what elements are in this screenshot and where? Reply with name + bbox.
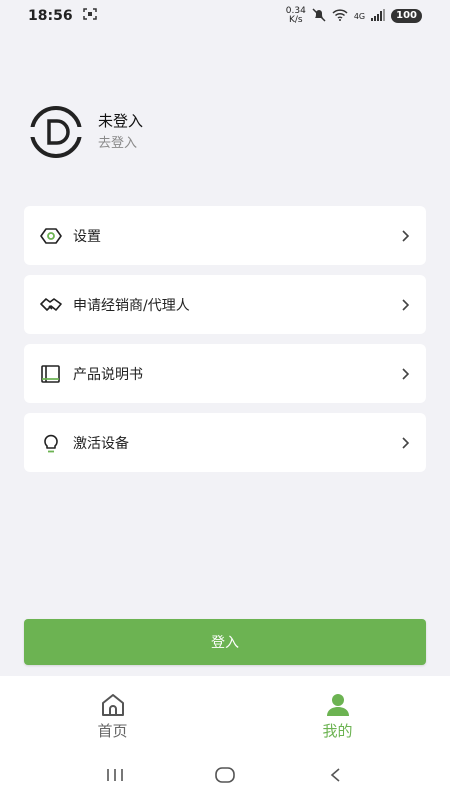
profile-text: 未登入 去登入	[98, 111, 143, 153]
chevron-right-icon	[400, 229, 412, 243]
profile-login-link[interactable]: 去登入	[98, 135, 143, 153]
profile-title: 未登入	[98, 112, 144, 130]
recent-apps-icon[interactable]	[100, 763, 130, 787]
system-nav-bar	[0, 750, 450, 800]
status-left: 18:56	[28, 8, 97, 24]
net-speed-unit: K/s	[288, 15, 303, 25]
chevron-right-icon	[400, 298, 412, 312]
menu-item-dealer-application[interactable]: 申请经销商/代理人	[24, 275, 426, 334]
mute-icon	[312, 7, 326, 25]
menu-item-activate-device[interactable]: 激活设备	[24, 413, 426, 472]
signal-icon	[371, 8, 386, 24]
wifi-icon	[332, 8, 348, 24]
network-type: 4G	[353, 11, 366, 21]
menu-item-settings[interactable]: 设置	[24, 206, 426, 265]
app-logo	[24, 105, 88, 159]
menu-item-manual[interactable]: 产品说明书	[24, 344, 426, 403]
lightbulb-icon	[40, 432, 62, 454]
tab-home-label: 首页	[97, 722, 128, 740]
status-right: 0.34 K/s 4G 100	[286, 7, 422, 25]
screenshot-icon	[82, 8, 97, 24]
status-bar: 18:56 0.34 K/s 4G 100	[0, 0, 450, 32]
book-icon	[40, 363, 62, 385]
user-icon	[324, 693, 352, 717]
home-icon	[99, 693, 127, 717]
battery-indicator: 100	[391, 9, 422, 23]
net-speed: 0.34 K/s	[286, 7, 306, 25]
menu-item-label: 设置	[73, 228, 101, 245]
menu-item-label: 产品说明书	[73, 366, 143, 383]
status-time: 18:56	[28, 8, 73, 24]
settings-hexagon-icon	[40, 225, 62, 247]
home-button-icon[interactable]	[210, 763, 240, 787]
menu-list: 设置 申请经销商/代理人 产品说明书 激活设备	[24, 206, 426, 482]
menu-item-label: 激活设备	[73, 435, 129, 452]
tab-home[interactable]: 首页	[0, 676, 225, 750]
chevron-right-icon	[400, 436, 412, 450]
bottom-tab-bar: 首页 我的	[0, 676, 450, 750]
menu-item-label: 申请经销商/代理人	[73, 297, 190, 314]
tab-mine[interactable]: 我的	[225, 676, 450, 750]
tab-mine-label: 我的	[322, 722, 353, 740]
profile-header[interactable]: 未登入 去登入	[24, 105, 143, 159]
handshake-icon	[40, 294, 62, 316]
chevron-right-icon	[400, 367, 412, 381]
back-icon[interactable]	[320, 763, 350, 787]
login-button[interactable]: 登入	[24, 619, 426, 665]
